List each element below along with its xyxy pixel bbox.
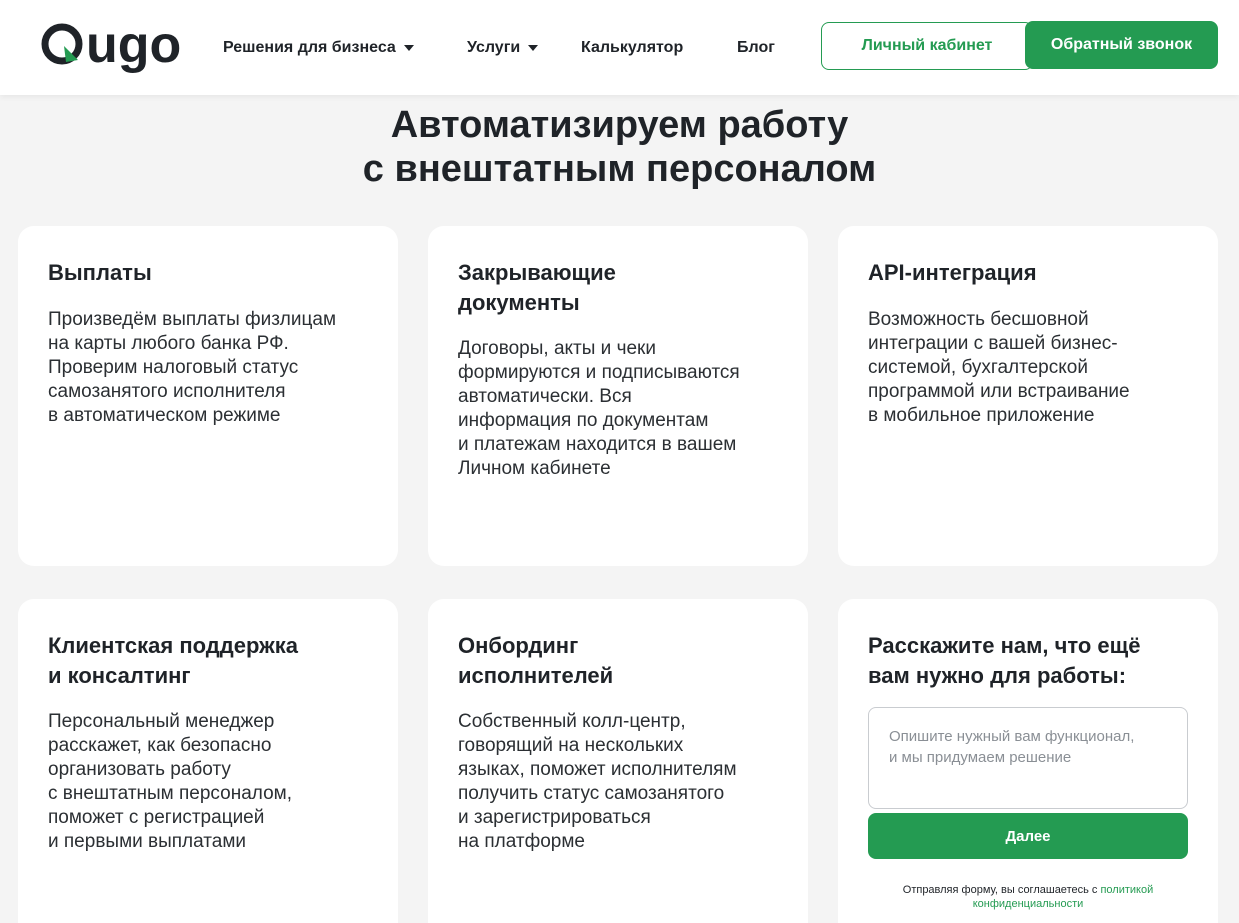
card-text-line: Возможность бесшовной bbox=[868, 309, 1089, 330]
card-text-line: и зарегистрироваться bbox=[458, 807, 651, 828]
card-text: Произведём выплаты физлицам на карты люб… bbox=[48, 308, 388, 428]
privacy-policy-link-continued[interactable]: конфиденциальности bbox=[973, 898, 1084, 910]
card-text: Собственный колл-центр, говорящий на нес… bbox=[458, 710, 798, 854]
privacy-policy-link[interactable]: политикой bbox=[1100, 884, 1153, 896]
card-text-line: в мобильное приложение bbox=[868, 405, 1095, 426]
nav-services-label: Услуги bbox=[467, 39, 521, 56]
card-text-line: системой, бухгалтерской bbox=[868, 357, 1088, 378]
consent-note: Отправляя форму, вы соглашаетесь с полит… bbox=[868, 883, 1188, 911]
nav-calculator-label: Калькулятор bbox=[581, 39, 684, 56]
card-title: Выплаты bbox=[48, 258, 378, 288]
card-text-line: Произведём выплаты физлицам bbox=[48, 309, 337, 330]
site-header: ugo Решения для бизнеса Услуги Калькулят… bbox=[0, 0, 1239, 95]
card-title-line: Закрывающие bbox=[458, 260, 616, 285]
next-button[interactable]: Далее bbox=[868, 813, 1188, 859]
card-text-line: Персональный менеджер bbox=[48, 711, 275, 732]
feature-card-onboarding: Онбординг исполнителей Собственный колл-… bbox=[428, 599, 808, 923]
page-title: Автоматизируем работу с внештатным персо… bbox=[0, 103, 1239, 191]
nav-solutions[interactable]: Решения для бизнеса bbox=[223, 39, 414, 57]
card-title-line: Выплаты bbox=[48, 260, 152, 285]
nav-blog[interactable]: Блог bbox=[737, 39, 775, 57]
feedback-form-card: Расскажите нам, что ещё вам нужно для ра… bbox=[838, 599, 1218, 923]
card-text-line: автоматически. Вся bbox=[458, 386, 632, 407]
form-title-line: Расскажите нам, что ещё bbox=[868, 633, 1141, 658]
svg-text:ugo: ugo bbox=[86, 18, 181, 74]
feature-card-client-support: Клиентская поддержка и консалтинг Персон… bbox=[18, 599, 398, 923]
consent-text: Отправляя форму, вы соглашаетесь с bbox=[902, 884, 1101, 896]
feature-card-payouts: Выплаты Произведём выплаты физлицам на к… bbox=[18, 226, 398, 566]
card-title-line: Онбординг bbox=[458, 633, 579, 658]
form-title-line: вам нужно для работы: bbox=[868, 663, 1127, 688]
page-title-line-1: Автоматизируем работу bbox=[390, 104, 849, 146]
card-title: Клиентская поддержка и консалтинг bbox=[48, 631, 378, 691]
card-title: Закрывающие документы bbox=[458, 258, 788, 318]
nav-services[interactable]: Услуги bbox=[467, 39, 539, 57]
card-text-line: и платежам находится в вашем bbox=[458, 434, 737, 455]
personal-cabinet-button[interactable]: Личный кабинет bbox=[821, 22, 1033, 70]
card-text-line: на карты любого банка РФ. bbox=[48, 333, 289, 354]
card-text-line: в автоматическом режиме bbox=[48, 405, 281, 426]
card-text-line: говорящий на нескольких bbox=[458, 735, 684, 756]
card-text-line: языках, поможет исполнителям bbox=[458, 759, 737, 780]
feature-card-api-integration: API-интеграция Возможность бесшовной инт… bbox=[838, 226, 1218, 566]
textarea-placeholder-line: и мы придумаем решение bbox=[889, 749, 1072, 766]
callback-button[interactable]: Обратный звонок bbox=[1025, 21, 1218, 69]
card-text-line: поможет с регистрацией bbox=[48, 807, 265, 828]
nav-calculator[interactable]: Калькулятор bbox=[581, 39, 683, 57]
card-title-line: API-интеграция bbox=[868, 260, 1037, 285]
chevron-down-icon bbox=[403, 45, 414, 51]
card-text-line: информация по документам bbox=[458, 410, 709, 431]
textarea-placeholder-line: Опишите нужный вам функционал, bbox=[889, 728, 1135, 745]
card-text-line: расскажет, как безопасно bbox=[48, 735, 272, 756]
feature-request-textarea[interactable]: Опишите нужный вам функционал, и мы прид… bbox=[868, 707, 1188, 809]
card-text-line: получить статус самозанятого bbox=[458, 783, 725, 804]
card-text-line: на платформе bbox=[458, 831, 585, 852]
card-text-line: самозанятого исполнителя bbox=[48, 381, 286, 402]
chevron-down-icon bbox=[528, 45, 539, 51]
card-title-line: и консалтинг bbox=[48, 663, 191, 688]
nav-solutions-label: Решения для бизнеса bbox=[223, 39, 396, 56]
card-text-line: Собственный колл-центр, bbox=[458, 711, 686, 732]
card-text: Возможность бесшовной интеграции с вашей… bbox=[868, 308, 1208, 428]
card-text-line: программой или встраивание bbox=[868, 381, 1130, 402]
card-text-line: Проверим налоговый статус bbox=[48, 357, 299, 378]
card-title-line: документы bbox=[458, 290, 580, 315]
card-text-line: и первыми выплатами bbox=[48, 831, 247, 852]
card-text-line: интеграции с вашей бизнес- bbox=[868, 333, 1118, 354]
card-title-line: Клиентская поддержка bbox=[48, 633, 298, 658]
card-text: Персональный менеджер расскажет, как без… bbox=[48, 710, 388, 854]
logo[interactable]: ugo bbox=[38, 18, 183, 76]
card-text-line: формируются и подписываются bbox=[458, 362, 740, 383]
nav-blog-label: Блог bbox=[737, 39, 775, 56]
card-title: API-интеграция bbox=[868, 258, 1198, 288]
card-title-line: исполнителей bbox=[458, 663, 614, 688]
card-text-line: с внештатным персоналом, bbox=[48, 783, 292, 804]
card-text-line: Личном кабинете bbox=[458, 458, 611, 479]
card-text: Договоры, акты и чеки формируются и подп… bbox=[458, 337, 798, 481]
page-title-line-2: с внештатным персоналом bbox=[362, 148, 877, 190]
feature-card-closing-documents: Закрывающие документы Договоры, акты и ч… bbox=[428, 226, 808, 566]
card-title: Онбординг исполнителей bbox=[458, 631, 788, 691]
form-title: Расскажите нам, что ещё вам нужно для ра… bbox=[868, 631, 1198, 691]
card-text-line: Договоры, акты и чеки bbox=[458, 338, 656, 359]
card-text-line: организовать работу bbox=[48, 759, 231, 780]
